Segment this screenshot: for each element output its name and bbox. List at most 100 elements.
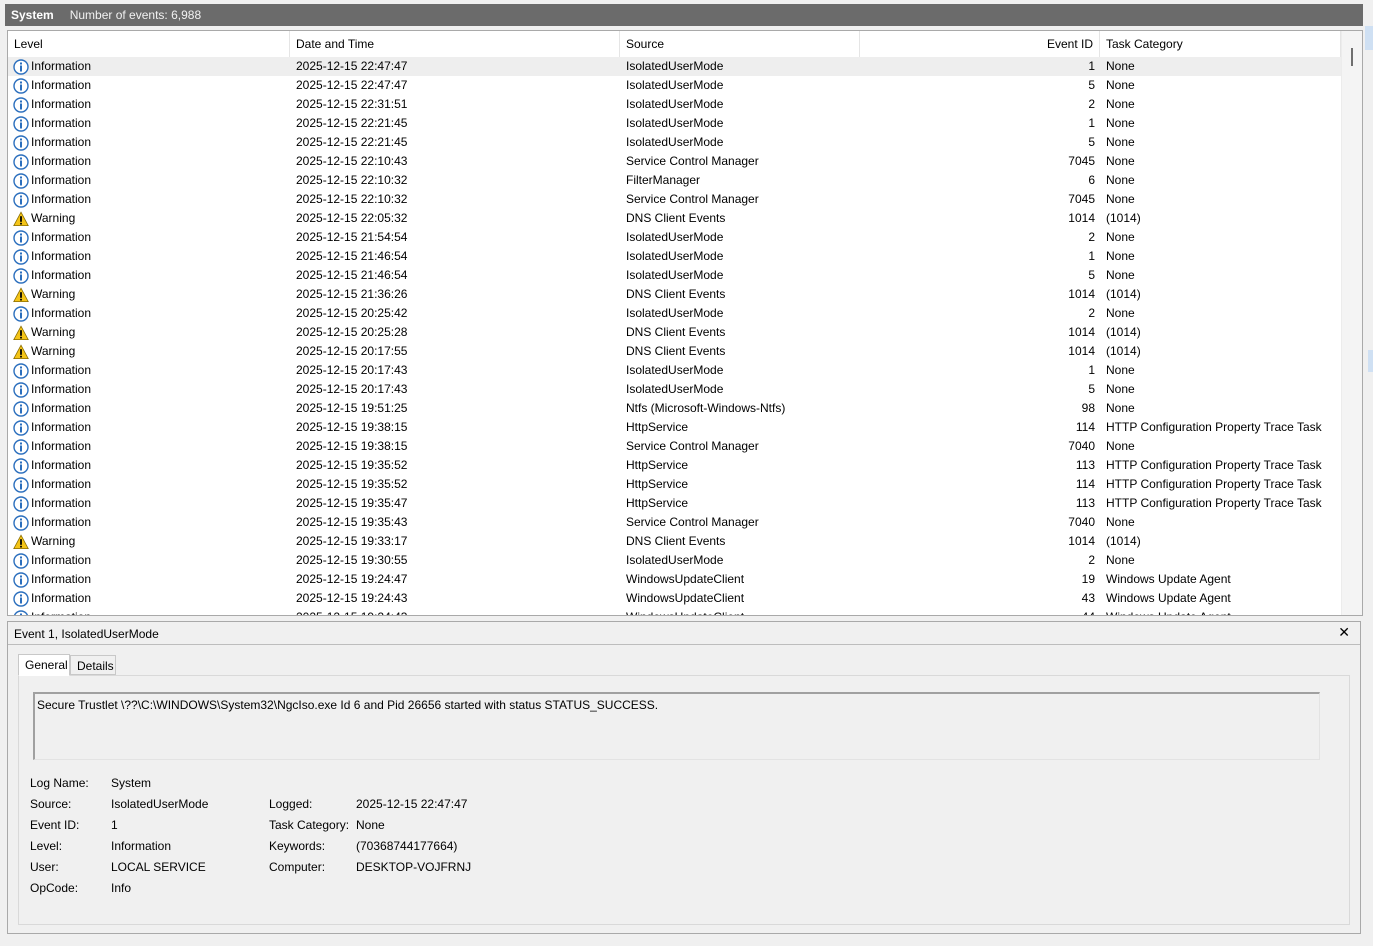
event-id-cell: 98 [1081,401,1095,415]
task-category-cell: HTTP Configuration Property Trace Task [1106,458,1322,472]
close-icon[interactable]: ✕ [1338,624,1350,641]
event-id-cell: 19 [1081,572,1095,586]
table-row[interactable]: Information 2025-12-15 19:35:47 HttpServic… [8,494,1341,513]
task-category-cell: None [1106,230,1135,244]
level-text: Information [31,154,92,168]
table-row[interactable]: Information 2025-12-15 22:31:51 IsolatedUs… [8,95,1341,114]
table-row[interactable]: Information 2025-12-15 19:24:47 WindowsUpd… [8,570,1341,589]
source-cell: WindowsUpdateClient [626,608,856,615]
source-cell: IsolatedUserMode [626,135,724,149]
task-category-cell: None [1106,401,1135,415]
source-cell: HttpService [626,420,689,434]
level-text: Information [31,382,92,396]
task-category-cell: None [1106,306,1135,320]
level-cell: Information [13,228,288,247]
tab-details[interactable]: Details [70,655,116,675]
event-id-cell: 2 [1088,553,1095,567]
source-cell: IsolatedUserMode [626,382,724,396]
table-row[interactable]: Information 2025-12-15 19:38:15 HttpServic… [8,418,1341,437]
events-grid[interactable]: Level Date and Time Source Event ID Task… [7,30,1363,616]
table-row[interactable]: Information 2025-12-15 19:30:55 IsolatedUs… [8,551,1341,570]
event-message-box[interactable]: Secure Trustlet \??\C:\WINDOWS\System32\… [33,692,1320,760]
information-icon [13,229,31,246]
event-id-cell: 43 [1081,591,1095,605]
event-id-cell: 2 [1088,230,1095,244]
warning-icon [13,533,31,550]
vertical-scrollbar[interactable] [1341,31,1362,615]
table-row[interactable]: Information 2025-12-15 22:10:32 Service Co… [8,190,1341,209]
event-id-cell: 7045 [1068,192,1095,206]
source-label: Source: [30,797,72,811]
date-cell: 2025-12-15 22:47:47 [296,59,408,73]
task-category-label: Task Category: [269,818,350,832]
table-row[interactable]: Warning 2025-12-15 21:36:26 DNS Client Eve… [8,285,1341,304]
table-row[interactable]: Information 2025-12-15 22:21:45 IsolatedUs… [8,133,1341,152]
source-cell: WindowsUpdateClient [626,572,745,586]
date-cell: 2025-12-15 19:35:52 [296,458,408,472]
table-row[interactable]: Information 2025-12-15 20:17:43 IsolatedUs… [8,380,1341,399]
level-text: Information [31,458,92,472]
information-icon [13,590,31,607]
table-row[interactable]: Information 2025-12-15 19:24:43 WindowsUpd… [8,608,1341,615]
date-cell: 2025-12-15 20:17:43 [296,363,408,377]
source-cell: IsolatedUserMode [626,363,724,377]
level-cell: Warning [13,532,288,551]
column-header-task-category[interactable]: Task Category [1100,31,1341,57]
warning-icon [13,286,31,303]
table-row[interactable]: Information 2025-12-15 22:47:47 IsolatedUs… [8,57,1341,76]
table-row[interactable]: Information 2025-12-15 21:54:54 IsolatedUs… [8,228,1341,247]
table-row[interactable]: Information 2025-12-15 19:35:52 HttpServic… [8,456,1341,475]
table-row[interactable]: Information 2025-12-15 20:25:42 IsolatedUs… [8,304,1341,323]
table-row[interactable]: Information 2025-12-15 21:46:54 IsolatedUs… [8,247,1341,266]
information-icon [13,115,31,132]
event-id-cell: 5 [1088,135,1095,149]
table-row[interactable]: Warning 2025-12-15 22:05:32 DNS Client Eve… [8,209,1341,228]
table-row[interactable]: Information 2025-12-15 19:38:15 Service Co… [8,437,1341,456]
table-row[interactable]: Information 2025-12-15 21:46:54 IsolatedUs… [8,266,1341,285]
level-cell: Information [13,418,288,437]
table-row[interactable]: Information 2025-12-15 19:35:43 Service Co… [8,513,1341,532]
table-row[interactable]: Information 2025-12-15 19:51:25 Ntfs (Micr… [8,399,1341,418]
column-header-source[interactable]: Source [620,31,860,57]
source-cell: DNS Client Events [626,534,726,548]
keywords-value: (70368744177664) [356,839,458,853]
information-icon [13,172,31,189]
table-row[interactable]: Information 2025-12-15 22:21:45 IsolatedUs… [8,114,1341,133]
task-category-cell: Windows Update Agent [1106,591,1231,605]
level-cell: Information [13,266,288,285]
table-row[interactable]: Information 2025-12-15 20:17:43 IsolatedUs… [8,361,1341,380]
column-header-date[interactable]: Date and Time [290,31,620,57]
table-row[interactable]: Information 2025-12-15 22:10:32 FilterMana… [8,171,1341,190]
table-row[interactable]: Warning 2025-12-15 20:17:55 DNS Client Eve… [8,342,1341,361]
column-header-level[interactable]: Level [8,31,290,57]
table-row[interactable]: Information 2025-12-15 19:35:52 HttpServic… [8,475,1341,494]
table-row[interactable]: Warning 2025-12-15 19:33:17 DNS Client Eve… [8,532,1341,551]
tab-general[interactable]: General [18,654,70,676]
level-cell: Warning [13,285,288,304]
scrollbar-thumb[interactable] [1351,48,1353,66]
date-cell: 2025-12-15 19:35:47 [296,496,408,510]
logged-value: 2025-12-15 22:47:47 [356,797,468,811]
table-row[interactable]: Information 2025-12-15 22:10:43 Service Co… [8,152,1341,171]
table-row[interactable]: Information 2025-12-15 22:47:47 IsolatedUs… [8,76,1341,95]
level-text: Warning [31,344,76,358]
level-text: Information [31,268,92,282]
warning-icon [13,324,31,341]
date-cell: 2025-12-15 22:10:43 [296,154,408,168]
warning-icon [13,343,31,360]
source-cell: IsolatedUserMode [626,553,724,567]
level-cell: Information [13,190,288,209]
source-cell: IsolatedUserMode [626,268,724,282]
task-category-cell: HTTP Configuration Property Trace Task [1106,496,1322,510]
information-icon [13,609,31,615]
level-cell: Information [13,589,288,608]
task-category-cell: Windows Update Agent [1106,608,1340,615]
date-cell: 2025-12-15 22:21:45 [296,135,408,149]
level-cell: Information [13,380,288,399]
table-row[interactable]: Warning 2025-12-15 20:25:28 DNS Client Eve… [8,323,1341,342]
column-header-event-id[interactable]: Event ID [860,31,1100,57]
task-category-cell: (1014) [1106,287,1141,301]
event-id-cell: 1014 [1068,325,1095,339]
table-row[interactable]: Information 2025-12-15 19:24:43 WindowsUpd… [8,589,1341,608]
date-cell: 2025-12-15 20:17:43 [296,382,408,396]
